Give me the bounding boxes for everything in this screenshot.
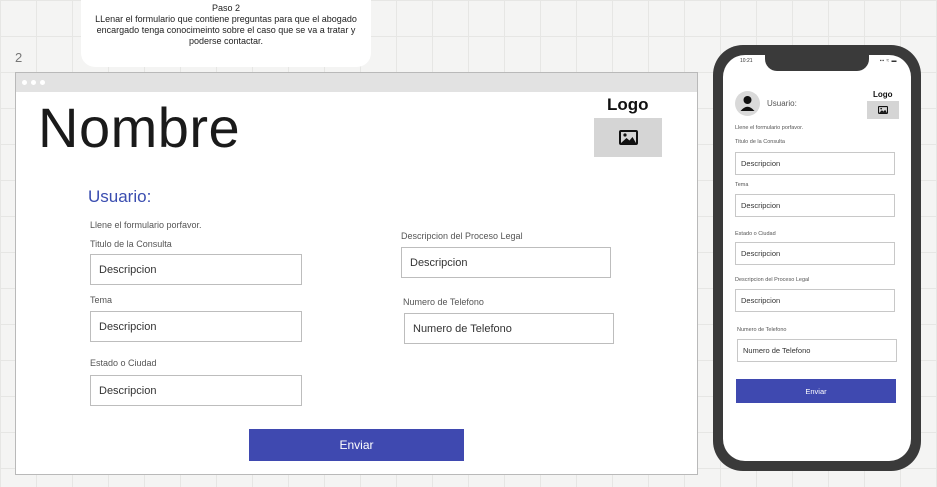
avatar [735,91,760,116]
form-instruction: Llene el formulario porfavor. [735,125,804,131]
status-time: 10:21 [740,58,753,64]
telefono-label: Numero de Telefono [403,297,484,307]
note-description: LLenar el formulario que contiene pregun… [95,14,357,46]
tema-input[interactable]: Descripcion [90,311,302,342]
titulo-input[interactable]: Descripcion [90,254,302,285]
note-step: Paso 2 [211,3,241,13]
titulo-label: Titulo de la Consulta [735,139,785,145]
proceso-label: Descripcion del Proceso Legal [735,277,810,283]
desktop-window: Nombre Logo Usuario: Llene el formulario… [15,72,698,475]
window-titlebar [16,73,697,92]
estado-input[interactable]: Descripcion [735,242,895,265]
estado-label: Estado o Ciudad [735,231,776,237]
telefono-label: Numero de Telefono [737,327,787,333]
titulo-label: Titulo de la Consulta [90,239,172,249]
logo-placeholder [594,118,662,157]
logo-label: Logo [873,90,893,99]
frame-number: 2 [15,50,23,65]
sticky-note: Paso 2 LLenar el formulario que contiene… [81,0,371,67]
window-dot-icon[interactable] [22,80,27,85]
user-label: Usuario: [88,187,152,206]
user-icon [740,96,755,111]
logo-label: Logo [607,95,649,114]
window-dot-icon[interactable] [40,80,45,85]
phone-frame: 10:21 ▪▪ ≈ ▬ Usuario: Logo Llene el form… [713,45,921,471]
submit-button[interactable]: Enviar [736,379,896,403]
signal-battery-icon: ▪▪ ≈ ▬ [879,58,897,64]
titulo-input[interactable]: Descripcion [735,152,895,175]
proceso-input[interactable]: Descripcion [735,289,895,312]
proceso-label: Descripcion del Proceso Legal [401,231,523,241]
logo-placeholder [867,101,899,119]
proceso-input[interactable]: Descripcion [401,247,611,278]
user-label: Usuario: [767,99,797,108]
estado-input[interactable]: Descripcion [90,375,302,406]
form-instruction: Llene el formulario porfavor. [90,220,202,230]
image-icon [878,106,888,114]
telefono-input[interactable]: Numero de Telefono [737,339,897,362]
window-dot-icon[interactable] [31,80,36,85]
telefono-input[interactable]: Numero de Telefono [404,313,614,344]
tema-input[interactable]: Descripcion [735,194,895,217]
tema-label: Tema [735,182,749,188]
phone-screen: 10:21 ▪▪ ≈ ▬ Usuario: Logo Llene el form… [723,55,911,461]
phone-notch [765,55,869,71]
page-title: Nombre [38,96,241,159]
estado-label: Estado o Ciudad [90,358,157,368]
image-icon [618,130,638,145]
tema-label: Tema [90,295,113,305]
submit-button[interactable]: Enviar [249,429,464,461]
